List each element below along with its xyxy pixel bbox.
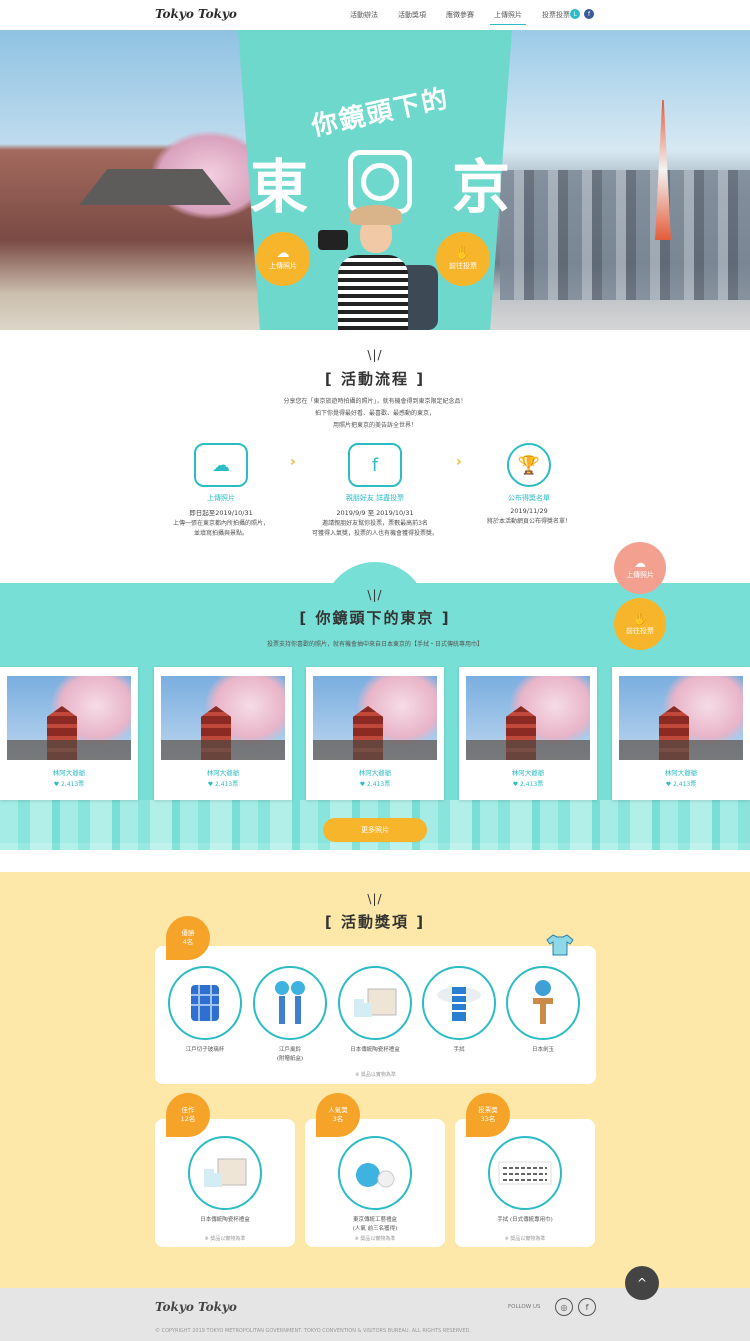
- process-desc-line: 分享您在「東京旅遊時拍攝的照片」，就有機會得到東京限定紀念品！: [283, 398, 467, 405]
- follow-us-label: FOLLOW US: [508, 1304, 541, 1310]
- line-icon[interactable]: L: [570, 9, 580, 19]
- ceramic-gift-box-icon: [204, 1158, 247, 1187]
- nav-item-upload[interactable]: 上傳照片: [484, 10, 532, 25]
- photo-image: [619, 676, 743, 760]
- site-logo[interactable]: Tokyo Tokyo: [155, 7, 237, 21]
- photo-author: 林阿大爺爺: [664, 769, 698, 777]
- prize-item: 日本劍玉: [503, 966, 583, 1055]
- tenugui-towel-icon: [437, 987, 481, 1021]
- popularity-prize-badge: 人氣獎 3名: [316, 1093, 360, 1137]
- nav-item-apply[interactable]: 應徵參賽: [436, 10, 484, 20]
- craft-set-icon: [356, 1163, 395, 1188]
- header-social: L f: [570, 9, 594, 19]
- back-to-top-button[interactable]: ^: [625, 1266, 659, 1300]
- float-upload-button[interactable]: ☁ 上傳照片: [614, 542, 666, 594]
- prize-item: 手拭: [419, 966, 499, 1055]
- kendama-icon: [533, 980, 553, 1024]
- hero-title-char: 東: [250, 153, 309, 221]
- prize-item: 江戶切子玻璃杯: [165, 966, 245, 1055]
- prize-note: ※ 獎品以實物為準: [355, 1072, 396, 1078]
- nav-item-rules[interactable]: 活動辦法: [340, 10, 388, 20]
- process-desc-line: 用照片把東京的美告訴全世界！: [332, 422, 417, 429]
- photo-votes: ♥ 2,413票: [53, 781, 85, 788]
- process-step-upload: ☁ 上傳照片 即日起至2019/10/31 上傳一張在東京都內所拍攝的照片， 並…: [146, 443, 296, 539]
- prize-note: ※ 獎品以實物為準: [354, 1236, 396, 1242]
- hero-title-char: 京: [451, 153, 510, 221]
- photo-author: 林阿大爺爺: [206, 769, 240, 777]
- photo-votes: ♥ 2,413票: [207, 781, 239, 788]
- photo-votes: ♥ 2,413票: [665, 781, 697, 788]
- ceramic-gift-box-icon: [354, 988, 397, 1017]
- photo-image: [313, 676, 437, 760]
- sparkle-icon: \|/: [367, 348, 383, 362]
- hero-photographer-image: [318, 205, 438, 330]
- photo-author: 林阿大爺爺: [358, 769, 392, 777]
- grand-prize-badge: 優勝 4名: [166, 916, 210, 960]
- vote-icon: ✋: [454, 246, 472, 261]
- photo-image: [161, 676, 285, 760]
- process-step-vote: f 親朋好友 詳盡投票 2019/9/9 至 2019/10/31 邀請親朋好友…: [300, 443, 450, 539]
- cloud-upload-icon: ☁: [276, 246, 290, 261]
- facebook-icon[interactable]: f: [578, 1298, 596, 1316]
- process-title: [ 活動流程 ]: [324, 370, 426, 388]
- sparkle-icon: \|/: [367, 892, 383, 906]
- photo-author: 林阿大爺爺: [511, 769, 545, 777]
- float-vote-button[interactable]: ✋ 前往投票: [614, 598, 666, 650]
- tshirt-icon: [546, 934, 574, 956]
- process-step-announce: 🏆 公布得獎名單 2019/11/29 將於本活動網頁公布得獎名單！: [454, 443, 604, 527]
- main-nav: 活動辦法 活動獎項 應徵參賽 上傳照片 投票投票: [340, 10, 580, 25]
- glass-cup-icon: [191, 985, 219, 1021]
- photo-author: 林阿大爺爺: [52, 769, 86, 777]
- vote-prize-badge: 投票獎 33名: [466, 1093, 510, 1137]
- chevron-up-icon: ^: [636, 1276, 648, 1290]
- photo-image: [7, 676, 131, 760]
- hero-upload-button[interactable]: ☁ 上傳照片: [256, 232, 310, 286]
- process-desc-line: 拍下你覺得最好看、最喜歡、最感動的東京，: [314, 410, 435, 417]
- hero-vote-button[interactable]: ✋ 前往投票: [436, 232, 490, 286]
- trophy-icon: 🏆: [507, 443, 551, 487]
- wind-chime-icon: [275, 981, 305, 1024]
- facebook-icon[interactable]: f: [584, 9, 594, 19]
- cloud-upload-icon: ☁: [634, 556, 646, 570]
- photo-card[interactable]: 林阿大爺爺 ♥ 2,413票: [154, 667, 292, 800]
- prizes-title: [ 活動獎項 ]: [324, 913, 426, 931]
- photo-votes: ♥ 2,413票: [359, 781, 391, 788]
- more-photos-button[interactable]: 更多照片: [323, 818, 427, 842]
- photo-card[interactable]: 林阿大爺爺 ♥ 2,413票: [306, 667, 444, 800]
- prize-item: 日本傳統陶瓷杯禮盒: [185, 1136, 265, 1225]
- prize-note: ※ 獎品以實物為準: [504, 1236, 546, 1242]
- photo-card[interactable]: 林阿大爺爺 ♥ 2,413票: [459, 667, 597, 800]
- instagram-icon[interactable]: ◎: [555, 1298, 573, 1316]
- photo-votes: ♥ 2,413票: [512, 781, 544, 788]
- honorable-prize-badge: 佳作 12名: [166, 1093, 210, 1137]
- prize-item: 江戶風鈴 (附贈紙盒): [250, 966, 330, 1064]
- vote-icon: ✋: [632, 612, 648, 626]
- nav-item-prizes[interactable]: 活動獎項: [388, 10, 436, 20]
- tenugui-towel-icon: [498, 1161, 552, 1185]
- hero-banner: 你鏡頭下的 東 京 ☁ 上傳照片 ✋ 前往投票: [0, 30, 750, 330]
- photo-image: [466, 676, 590, 760]
- hero-buildings: [500, 170, 750, 300]
- chevron-right-icon: ›: [290, 454, 296, 470]
- site-header: Tokyo Tokyo 活動辦法 活動獎項 應徵參賽 上傳照片 投票投票 L f: [0, 0, 750, 30]
- prize-item: 日本傳統陶瓷杯禮盒: [335, 966, 415, 1055]
- photo-card[interactable]: 林阿大爺爺 ♥ 2,413票: [0, 667, 138, 800]
- footer-logo[interactable]: Tokyo Tokyo: [155, 1300, 237, 1314]
- prize-item: 手拭 (日式傳統專用巾): [485, 1136, 565, 1225]
- photo-card[interactable]: 林阿大爺爺 ♥ 2,413票: [612, 667, 750, 800]
- prize-note: ※ 獎品以實物為準: [204, 1236, 246, 1242]
- process-description: 分享您在「東京旅遊時拍攝的照片」，就有機會得到東京限定紀念品！ 拍下你覺得最好看…: [0, 396, 750, 432]
- prize-item: 東京傳統工藝禮盒 (人氣 前三名獲得): [335, 1136, 415, 1234]
- cloud-upload-icon: ☁: [194, 443, 248, 487]
- facebook-vote-icon: f: [348, 443, 402, 487]
- copyright-text: © COPYRIGHT 2019 TOKYO METROPOLITAN GOVE…: [155, 1328, 471, 1334]
